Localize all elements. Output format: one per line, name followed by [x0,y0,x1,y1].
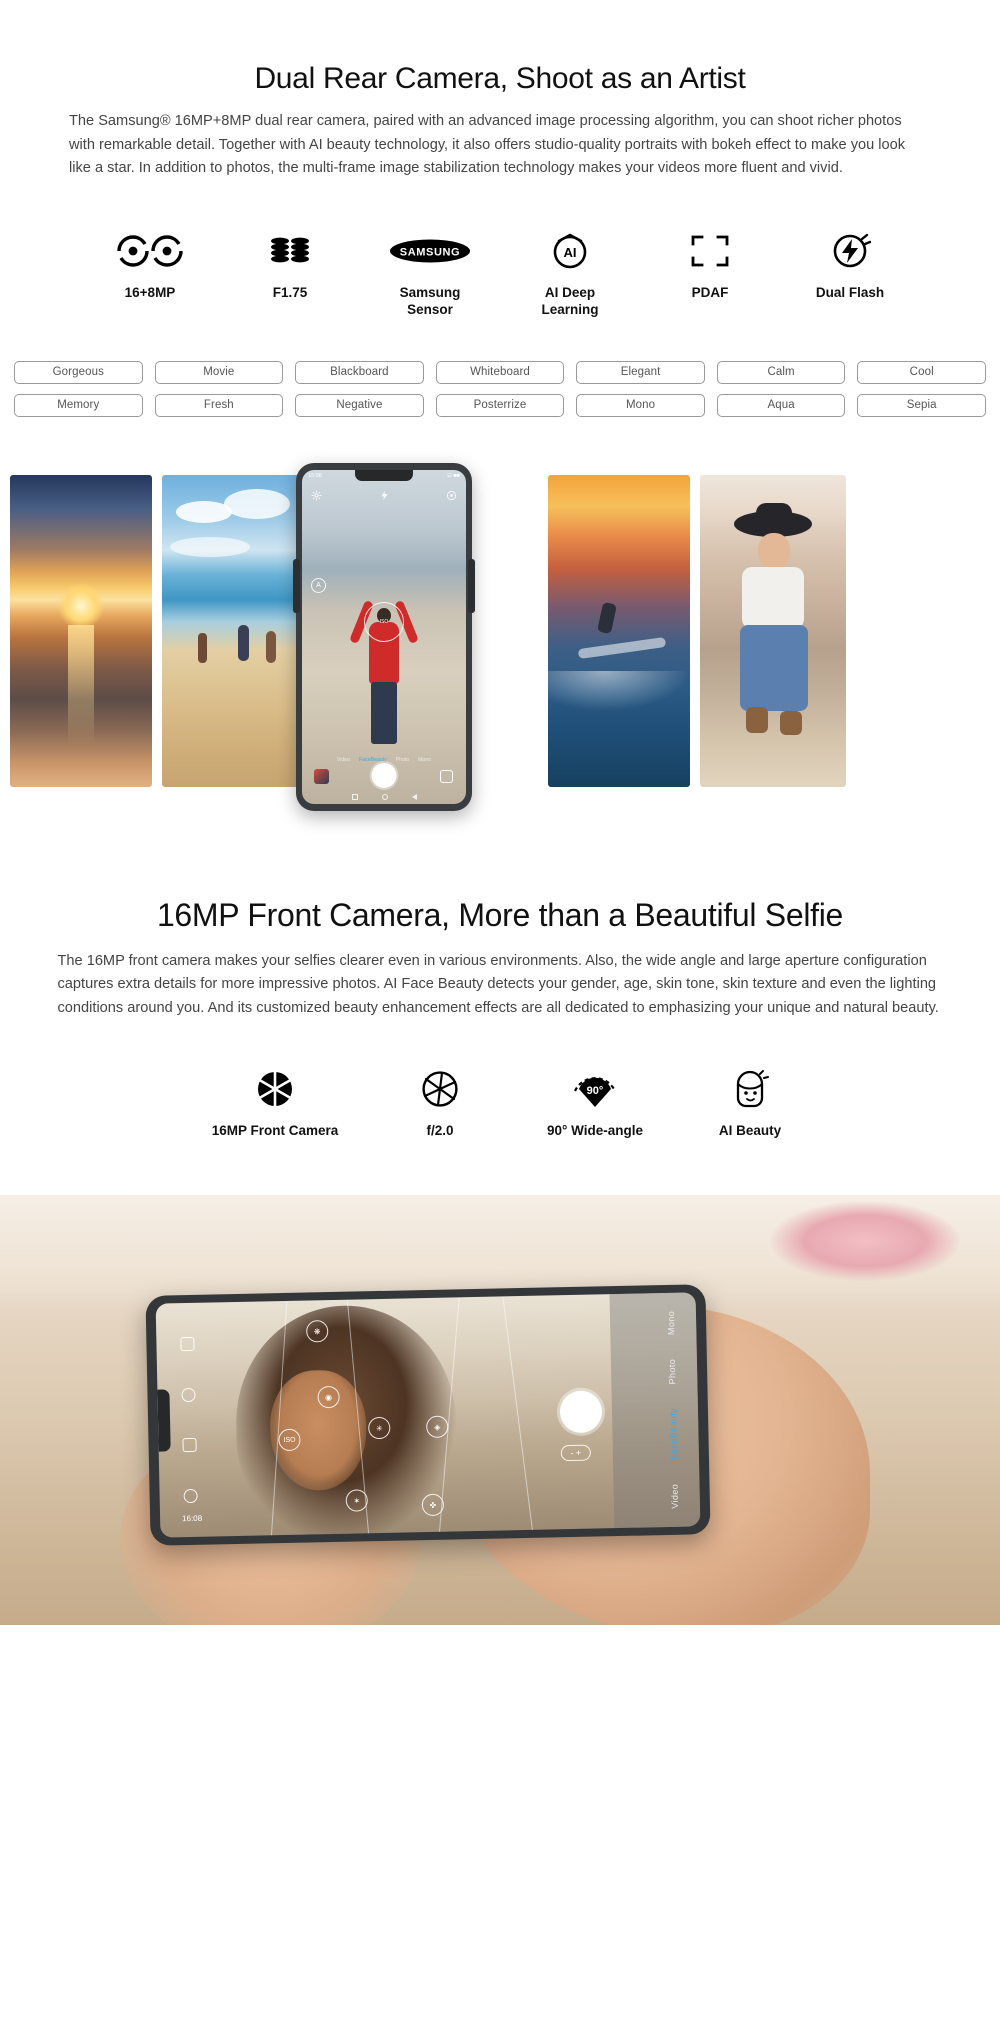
phone-mockup-portrait: 16:08 ☲ ■■ A ISO Video FaceBeauty Photo … [293,462,475,811]
hdr-icon[interactable] [446,488,457,501]
wide-angle-90-icon: 90° [569,1067,621,1111]
feature-label: F1.75 [272,284,308,300]
samsung-logo-icon: SAMSUNG [389,229,471,273]
shutter-button[interactable] [559,1390,603,1434]
flash-icon[interactable] [379,488,390,501]
feature-90-wide-angle: 90° 90° Wide-angle [510,1067,680,1140]
zoom-control[interactable]: - + [560,1445,591,1462]
status-time: 16:08 [308,473,322,480]
filter-chip-negative[interactable]: Negative [295,393,424,417]
product-detail-page: Dual Rear Camera, Shoot as an Artist The… [0,0,1000,1626]
rear-camera-feature-row: 16+8MP F1.75 SAMSUNG Samsung Sensor AI A… [0,229,1000,319]
camera-bottom-bar [302,760,466,790]
focus-ring-iso[interactable]: ISO [364,601,404,642]
sample-photo-gallery: 16:08 ☲ ■■ A ISO Video FaceBeauty Photo … [0,462,1000,845]
nav-back-icon[interactable] [411,794,417,801]
hero-pink-bokeh [770,1201,960,1282]
camera-mode-mono[interactable]: Mono [666,1311,677,1335]
filter-chip-gorgeous[interactable]: Gorgeous [14,360,143,384]
feature-label: 16+8MP [124,284,176,300]
aperture-stack-icon [265,229,315,273]
filter-chip-sepia[interactable]: Sepia [857,393,986,417]
front-camera-screen: ◉ ✳ ❋ ◈ ✶ ✜ ISO 16:08 - + Mono Photo Fac… [155,1292,701,1539]
status-time: 16:08 [182,1514,203,1524]
dual-rear-camera-description: The Samsung® 16MP+8MP dual rear camera, … [69,113,906,177]
flash-icon[interactable] [180,1337,195,1352]
feature-16-8mp: 16+8MP [80,229,220,302]
subject-legs [371,681,397,744]
feature-f20: f/2.0 [370,1067,510,1140]
feature-label: Samsung Sensor [399,284,461,317]
ai-beauty-face-icon [730,1067,770,1111]
feature-label: f/2.0 [426,1122,454,1138]
feature-ai-beauty: AI Beauty [680,1067,820,1140]
timer-icon[interactable] [182,1438,197,1453]
aperture-outline-icon [420,1067,460,1111]
aperture-solid-icon [255,1067,295,1111]
sunset-beach-photo [10,474,152,787]
filter-chip-fresh[interactable]: Fresh [154,393,284,417]
nav-recents-icon[interactable] [351,794,358,801]
phone-mockup-landscape: ◉ ✳ ❋ ◈ ✶ ✜ ISO 16:08 - + Mono Photo Fac… [145,1284,711,1547]
dual-flash-icon [829,229,871,273]
feature-label: Dual Flash [815,284,885,300]
camera-mode-photo[interactable]: Photo [667,1359,678,1385]
filter-chip-blackboard[interactable]: Blackboard [295,360,424,384]
camera-left-toolbar [176,1303,203,1537]
phone-camera-screen: 16:08 ☲ ■■ A ISO Video FaceBeauty Photo … [302,469,466,804]
filter-chip-elegant[interactable]: Elegant [576,360,705,384]
focus-brackets-icon [690,229,730,273]
gallery-thumbnail-button[interactable] [314,768,329,784]
filter-chip-memory[interactable]: Memory [14,393,143,417]
page-title-front-camera: 16MP Front Camera, More than a Beautiful… [156,896,844,933]
front-camera-feature-row: 16MP Front Camera f/2.0 90° 90° Wide-ang… [0,1067,1000,1140]
camera-mode-video[interactable]: Video [670,1485,681,1510]
svg-text:AI: AI [564,245,577,260]
filter-icon[interactable] [181,1388,196,1403]
feature-label: AI Deep Learning [541,284,599,317]
woman-hat-portrait-photo [700,474,846,787]
filter-chip-mono[interactable]: Mono [576,393,705,417]
filter-chip-whiteboard[interactable]: Whiteboard [435,360,565,384]
feature-label: 16MP Front Camera [211,1122,339,1138]
camera-top-toolbar [302,486,466,502]
filter-chip-calm[interactable]: Calm [716,360,846,384]
svg-text:SAMSUNG: SAMSUNG [400,246,460,258]
beauty-guide-line [502,1297,535,1539]
filter-chip-posterrize[interactable]: Posterrize [435,393,565,417]
feature-dual-flash: Dual Flash [780,229,920,302]
shutter-button[interactable] [371,762,397,788]
filter-chip-movie[interactable]: Movie [154,360,284,384]
feature-label: 90° Wide-angle [546,1122,644,1138]
feature-f175: F1.75 [220,229,360,302]
camera-control-panel [609,1292,701,1529]
filter-chip-grid: Gorgeous Movie Blackboard Whiteboard Ele… [14,360,986,417]
filter-chip-cool[interactable]: Cool [857,360,986,384]
surfer-sunset-photo [548,474,690,787]
feature-label: AI Beauty [718,1122,782,1138]
android-nav-bar [302,791,466,804]
feature-ai-deep-learning: AI AI Deep Learning [500,229,640,319]
phone-notch [157,1389,171,1453]
hand-holding-phone-selfie-photo: ◉ ✳ ❋ ◈ ✶ ✜ ISO 16:08 - + Mono Photo Fac… [0,1195,1000,1626]
front-camera-description: The 16MP front camera makes your selfies… [57,952,939,1016]
auto-mode-badge[interactable]: A [311,577,326,593]
dual-lens-icon [113,229,187,273]
phone-notch [355,469,413,481]
settings-gear-icon[interactable] [183,1489,198,1504]
status-icons: ☲ ■■ [446,473,460,480]
feature-samsung-sensor: SAMSUNG Samsung Sensor [360,229,500,319]
page-title-dual-rear-camera: Dual Rear Camera, Shoot as an Artist [254,62,746,95]
flip-camera-button[interactable] [440,769,453,783]
feature-pdaf: PDAF [640,229,780,302]
nav-home-icon[interactable] [381,794,388,801]
beach-people-photo [162,474,304,787]
feature-16mp-front-camera: 16MP Front Camera [180,1067,370,1140]
ai-circle-icon: AI [549,229,591,273]
camera-mode-facebeauty[interactable]: FaceBeauty [668,1409,679,1461]
filter-chip-aqua[interactable]: Aqua [716,393,846,417]
wide-angle-badge-text: 90° [587,1085,604,1097]
settings-gear-icon[interactable] [311,488,322,501]
feature-label: PDAF [691,284,729,300]
